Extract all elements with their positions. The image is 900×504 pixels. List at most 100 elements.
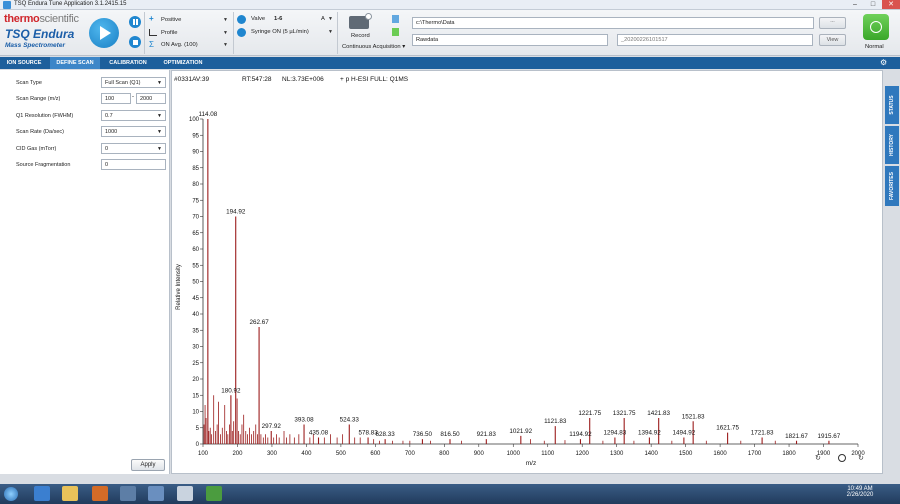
retention-time: RT:547:28 bbox=[242, 76, 272, 83]
plus-icon: + bbox=[149, 14, 154, 23]
file-base-field[interactable]: Rawdata bbox=[412, 34, 608, 46]
minimize-button[interactable]: – bbox=[846, 0, 864, 9]
tab-optimization[interactable]: OPTIMIZATION bbox=[156, 57, 210, 69]
valve-value: 1-6 bbox=[274, 16, 283, 22]
profile-dropdown[interactable]: Profile ▼ bbox=[149, 29, 229, 39]
refresh-icon[interactable]: ↻ bbox=[815, 454, 821, 462]
x-tick-label: 1500 bbox=[679, 451, 693, 457]
toolbar-divider bbox=[233, 12, 234, 54]
system-status-button[interactable] bbox=[863, 14, 889, 40]
stop-button[interactable] bbox=[129, 36, 141, 48]
spectrum-chart: #0331AV:39 RT:547:28 NL:3.73E+006 + p H-… bbox=[174, 76, 865, 467]
side-tab-history[interactable]: HISTORY bbox=[885, 126, 899, 164]
title-bar: TSQ Endura Tune Application 3.1.2415.15 … bbox=[0, 0, 900, 10]
y-tick-label: 0 bbox=[196, 442, 200, 448]
acquisition-icon bbox=[392, 15, 399, 23]
scan-range-from-input[interactable]: 100 bbox=[101, 93, 131, 104]
app-icon bbox=[3, 1, 11, 9]
x-tick-label: 1400 bbox=[644, 451, 658, 457]
sigma-icon: Σ bbox=[149, 40, 154, 49]
valve-position: A bbox=[321, 16, 325, 22]
toolbar-divider bbox=[337, 12, 338, 54]
peak-label: 393.08 bbox=[294, 417, 314, 424]
acquisition-mode-dropdown[interactable]: Continuous Acquisition ▾ bbox=[342, 44, 405, 50]
close-button[interactable]: ✕ bbox=[882, 0, 900, 9]
app-icon[interactable] bbox=[120, 486, 136, 501]
peak-label: 1521.83 bbox=[682, 413, 705, 420]
gear-icon[interactable]: ⚙ bbox=[880, 58, 887, 67]
valve-dropdown[interactable]: Valve 1-6 A ▼ bbox=[237, 15, 335, 26]
record-label: Record bbox=[351, 33, 370, 39]
peak-label: 1621.75 bbox=[716, 425, 739, 432]
tab-ion-source[interactable]: ION SOURCE bbox=[2, 57, 46, 69]
scan-rate-select[interactable]: 1000 ▼ bbox=[101, 126, 166, 137]
spectrum-panel: #0331AV:39 RT:547:28 NL:3.73E+006 + p H-… bbox=[171, 70, 883, 474]
start-menu-icon[interactable] bbox=[4, 487, 18, 501]
refresh-icon[interactable]: ↻ bbox=[858, 454, 864, 462]
chevron-down-icon: ▼ bbox=[328, 29, 333, 35]
peak-label: 921.83 bbox=[477, 431, 497, 438]
start-button[interactable] bbox=[89, 18, 119, 48]
y-tick-label: 70 bbox=[192, 215, 199, 221]
scan-type-select[interactable]: Full Scan (Q1) ▼ bbox=[101, 77, 166, 88]
profile-value: Profile bbox=[161, 30, 178, 36]
peak-label: 1721.83 bbox=[751, 430, 774, 437]
peak-label: 180.92 bbox=[221, 387, 241, 394]
chevron-down-icon: ▼ bbox=[157, 113, 162, 119]
view-button[interactable]: View bbox=[819, 34, 846, 46]
averaging-dropdown[interactable]: Σ ON Avg. (100) ▼ bbox=[149, 40, 229, 51]
source-fragmentation-input[interactable]: 0 bbox=[101, 159, 166, 170]
side-tab-favorites[interactable]: FAVORITES bbox=[885, 166, 899, 206]
peak-label: 194.92 bbox=[226, 209, 246, 216]
pause-button[interactable] bbox=[129, 16, 141, 28]
peak-label: 1221.75 bbox=[578, 410, 601, 417]
peak-label: 1121.83 bbox=[544, 418, 567, 425]
y-tick-label: 5 bbox=[196, 426, 200, 432]
y-axis-label: Relative Intensity bbox=[176, 264, 182, 310]
folder-icon[interactable] bbox=[62, 486, 78, 501]
y-tick-label: 30 bbox=[192, 345, 199, 351]
maximize-button[interactable]: □ bbox=[864, 0, 882, 9]
peak-label: 1021.92 bbox=[509, 428, 532, 435]
scan-rate-label: Scan Rate (Da/sec) bbox=[16, 129, 64, 135]
chart-app-icon[interactable] bbox=[177, 486, 193, 501]
q1-resolution-select[interactable]: 0.7 ▼ bbox=[101, 110, 166, 121]
x-tick-label: 100 bbox=[198, 451, 209, 457]
brand-subtitle: Mass Spectrometer bbox=[5, 42, 65, 49]
valve-icon bbox=[237, 15, 246, 24]
x-axis-label: m/z bbox=[526, 460, 536, 467]
chevron-down-icon: ▼ bbox=[223, 42, 228, 48]
apply-button[interactable]: Apply bbox=[131, 459, 165, 471]
cid-gas-select[interactable]: 0 ▼ bbox=[101, 143, 166, 154]
media-player-icon[interactable] bbox=[92, 486, 108, 501]
scan-range-to-input[interactable]: 2000 bbox=[136, 93, 166, 104]
instrument-app-icon[interactable] bbox=[206, 486, 222, 501]
browser-icon[interactable] bbox=[34, 486, 50, 501]
browse-button[interactable]: ... bbox=[819, 17, 846, 29]
tab-define-scan[interactable]: DEFINE SCAN bbox=[50, 57, 100, 69]
tab-calibration[interactable]: CALIBRATION bbox=[104, 57, 152, 69]
q1-resolution-label: Q1 Resolution (FWHM) bbox=[16, 113, 74, 119]
syringe-icon bbox=[237, 28, 246, 37]
x-tick-label: 1200 bbox=[576, 451, 590, 457]
peak-label: 114.08 bbox=[198, 111, 217, 118]
power-icon[interactable] bbox=[838, 454, 846, 462]
data-path-field[interactable]: c:\Thermo\Data bbox=[412, 17, 814, 29]
x-tick-label: 500 bbox=[336, 451, 347, 457]
y-tick-label: 20 bbox=[192, 377, 199, 383]
file-suffix-field: _20200226101517 bbox=[617, 34, 813, 46]
peak-label: 1821.67 bbox=[785, 433, 808, 440]
status-strip: ↻ ↻ bbox=[0, 454, 900, 484]
tune-app-icon[interactable] bbox=[148, 486, 164, 501]
chevron-down-icon: ▼ bbox=[223, 17, 228, 23]
syringe-dropdown[interactable]: Syringe ON (5 µL/min) ▼ bbox=[237, 28, 335, 39]
chevron-down-icon: ▼ bbox=[157, 80, 162, 86]
polarity-dropdown[interactable]: + Positive ▼ bbox=[149, 14, 229, 26]
peak-label: 1494.92 bbox=[672, 430, 695, 437]
side-tab-status[interactable]: STATUS bbox=[885, 86, 899, 124]
x-tick-label: 400 bbox=[301, 451, 312, 457]
status-indicator bbox=[392, 28, 399, 36]
y-tick-label: 60 bbox=[192, 247, 199, 253]
y-tick-label: 45 bbox=[192, 296, 199, 302]
source-fragmentation-label: Source Fragmentation bbox=[16, 162, 71, 168]
